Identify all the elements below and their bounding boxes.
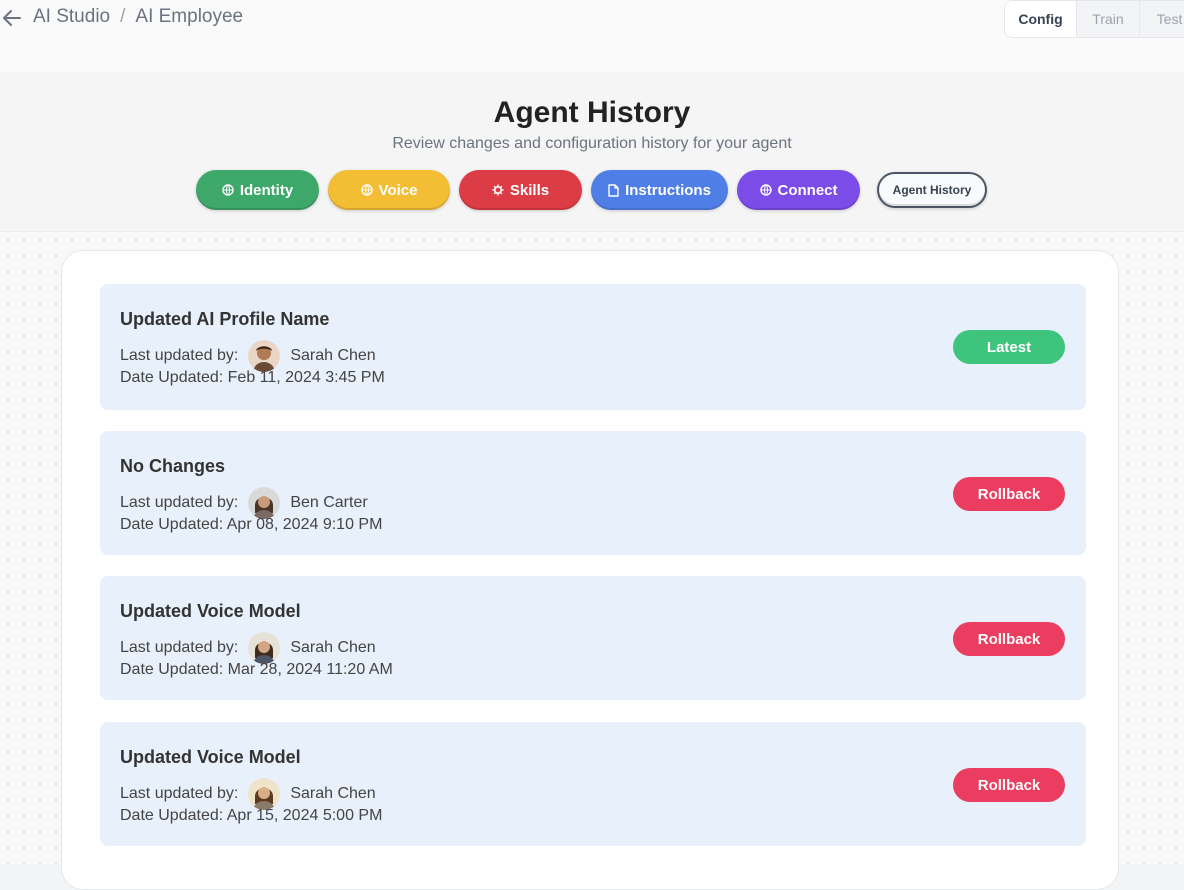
history-entry: No Changes Last updated by: Ben Carter D… — [100, 431, 1086, 555]
entry-title: No Changes — [120, 456, 226, 476]
entry-title: Updated Voice Model — [120, 601, 301, 621]
entry-user: Sarah Chen — [290, 347, 376, 364]
nav-pill-label: Instructions — [625, 181, 711, 199]
date-label: Date Updated: — [120, 369, 224, 386]
date-value: Mar 28, 2024 11:20 AM — [227, 661, 393, 678]
nav-pill-agent-history[interactable]: Agent History — [877, 172, 987, 208]
date-value: Apr 08, 2024 9:10 PM — [226, 516, 383, 533]
updated-by-label: Last updated by: — [120, 785, 239, 802]
breadcrumb-separator: / — [120, 6, 126, 27]
avatar — [248, 632, 281, 664]
entry-user: Sarah Chen — [290, 785, 376, 802]
date-label: Date Updated: — [120, 807, 224, 824]
entry-user: Sarah Chen — [290, 639, 376, 656]
nav-pill-skills[interactable]: Skills — [459, 170, 582, 210]
updated-by-label: Last updated by: — [120, 494, 239, 511]
entry-date: Date Updated: Feb 11, 2024 3:45 PM — [120, 369, 385, 387]
globe-icon — [222, 184, 234, 196]
globe-icon — [759, 184, 772, 196]
entry-updated-by: Last updated by: Sarah Chen — [120, 632, 376, 664]
nav-pill-label: Connect — [777, 181, 838, 199]
globe-icon — [360, 184, 373, 196]
updated-by-label: Last updated by: — [120, 347, 239, 364]
top-bar: AI Studio / AI Employee Config Train Tes… — [0, 0, 1184, 72]
date-label: Date Updated: — [120, 516, 224, 533]
gear-icon — [492, 184, 504, 196]
top-tabs: Config Train Test — [1004, 0, 1184, 38]
history-entry: Updated AI Profile Name Last updated by:… — [100, 284, 1086, 410]
rollback-button[interactable]: Rollback — [953, 477, 1065, 511]
history-entry: Updated Voice Model Last updated by: Sar… — [100, 722, 1086, 846]
entry-title: Updated Voice Model — [120, 747, 301, 767]
breadcrumb-root[interactable]: AI Studio — [33, 6, 110, 28]
avatar — [248, 778, 281, 810]
rollback-button[interactable]: Rollback — [953, 768, 1065, 802]
nav-pill-instructions[interactable]: Instructions — [591, 170, 728, 210]
avatar — [248, 340, 281, 372]
entry-user: Ben Carter — [290, 494, 368, 511]
nav-pill-connect[interactable]: Connect — [737, 170, 860, 210]
entry-date: Date Updated: Apr 08, 2024 9:10 PM — [120, 516, 382, 534]
nav-pill-voice[interactable]: Voice — [328, 170, 450, 210]
latest-badge: Latest — [953, 330, 1065, 364]
entry-updated-by: Last updated by: Sarah Chen — [120, 778, 376, 810]
page-subtitle: Review changes and configuration history… — [392, 135, 792, 152]
nav-pill-label: Voice — [378, 181, 418, 199]
history-entry: Updated Voice Model Last updated by: Sar… — [100, 576, 1086, 700]
date-value: Feb 11, 2024 3:45 PM — [227, 369, 385, 386]
tab-train[interactable]: Train — [1076, 1, 1139, 37]
document-icon — [608, 183, 619, 197]
rollback-button[interactable]: Rollback — [953, 622, 1065, 656]
updated-by-label: Last updated by: — [120, 639, 239, 656]
avatar — [248, 487, 281, 519]
date-label: Date Updated: — [120, 661, 224, 678]
entry-date: Date Updated: Mar 28, 2024 11:20 AM — [120, 661, 393, 679]
section-nav: Identity Voice Skills Instructions Conne… — [196, 170, 987, 210]
page-header: Agent History Review changes and configu… — [0, 72, 1184, 232]
tab-test[interactable]: Test — [1139, 1, 1184, 37]
page-title: Agent History — [493, 96, 691, 129]
breadcrumb: AI Studio / AI Employee — [33, 6, 243, 28]
breadcrumb-current: AI Employee — [135, 6, 244, 27]
entry-updated-by: Last updated by: Ben Carter — [120, 487, 368, 519]
nav-pill-label: Identity — [239, 181, 294, 199]
entry-title: Updated AI Profile Name — [120, 309, 330, 329]
nav-pill-identity[interactable]: Identity — [196, 170, 319, 210]
entry-updated-by: Last updated by: Sarah Chen — [120, 340, 376, 372]
entry-date: Date Updated: Apr 15, 2024 5:00 PM — [120, 807, 382, 825]
tab-config[interactable]: Config — [1005, 1, 1076, 37]
back-arrow-icon[interactable] — [0, 6, 24, 30]
nav-pill-label: Skills — [509, 181, 550, 199]
date-value: Apr 15, 2024 5:00 PM — [226, 807, 383, 824]
